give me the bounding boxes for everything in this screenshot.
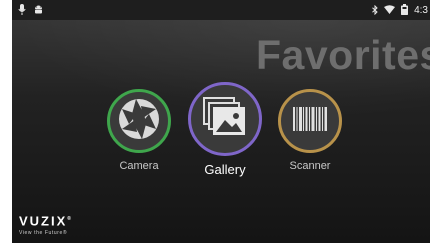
mic-icon: [18, 4, 26, 18]
gallery-app-button[interactable]: [188, 82, 262, 156]
vuzix-logo: VUZIX® View the Future®: [19, 212, 71, 237]
android-icon: [34, 5, 43, 18]
camera-shutter-icon: [116, 96, 162, 147]
vuzix-tagline: View the Future®: [19, 230, 68, 237]
status-bar: 4:3: [12, 0, 430, 20]
gallery-photos-icon: [202, 96, 248, 143]
bluetooth-icon: [372, 4, 378, 18]
wifi-icon: [384, 5, 396, 17]
vuzix-wordmark: VUZIX®: [19, 213, 71, 229]
battery-icon: [401, 4, 409, 18]
barcode-icon: [292, 104, 328, 138]
camera-app-button[interactable]: [107, 89, 171, 153]
gallery-label: Gallery: [204, 162, 246, 177]
scanner-label: Scanner: [289, 160, 331, 172]
device-screen: 4:3 Favorites Camera Gallery Scanner VUZ…: [12, 0, 430, 243]
app-scanner[interactable]: Scanner: [278, 89, 342, 172]
scanner-app-button[interactable]: [278, 89, 342, 153]
camera-label: Camera: [119, 160, 159, 172]
app-gallery[interactable]: Gallery: [188, 82, 262, 177]
app-camera[interactable]: Camera: [107, 89, 171, 172]
status-time: 4:3: [414, 5, 428, 16]
page-title: Favorites: [256, 32, 430, 78]
